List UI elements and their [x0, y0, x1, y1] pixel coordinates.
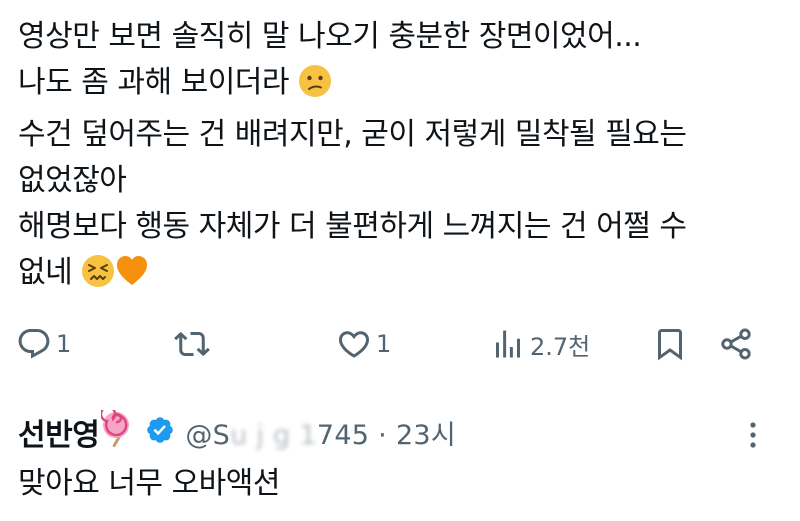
retweet-button[interactable] — [174, 322, 214, 366]
heart-icon — [336, 326, 372, 362]
lollipop-icon — [100, 405, 135, 454]
handle-obscured: u j g 1 — [230, 419, 317, 451]
reply-author-handle[interactable]: @Su j g 1745 · 23시 — [185, 413, 456, 452]
views-count: 2.7천 — [530, 332, 591, 361]
tweet-line: 영상만 보면 솔직히 말 나오기 충분한 장면이었어... — [18, 14, 788, 60]
tweet-actions: 1 1 2.7천 — [16, 322, 786, 366]
confused-face-icon — [298, 64, 332, 112]
share-icon — [718, 326, 754, 362]
more-options-icon[interactable] — [746, 420, 760, 454]
tweet-line: 없었잖아 — [18, 158, 788, 204]
bookmark-icon — [652, 326, 688, 362]
bookmark-button[interactable] — [652, 322, 688, 366]
share-button[interactable] — [718, 322, 754, 366]
reply-button[interactable]: 1 — [16, 322, 71, 366]
confounded-face-icon — [81, 254, 115, 302]
like-button[interactable]: 1 — [336, 322, 391, 366]
tweet-line-text: 영상만 보면 솔직히 말 나오기 충분한 장면이었어... — [18, 19, 642, 54]
dot-separator: · — [378, 419, 388, 451]
tweet-line: 해명보다 행동 자체가 더 불편하게 느껴지는 건 어쩔 수 — [18, 204, 788, 250]
retweet-icon — [174, 326, 210, 362]
views-icon — [490, 326, 526, 362]
reply-icon — [16, 326, 52, 362]
tweet-line: 없네 — [18, 250, 788, 302]
verified-badge-icon — [145, 415, 175, 449]
reply-header: 선반영 @Su j g 1745 · 23시 — [18, 405, 456, 454]
handle-suffix: 745 — [316, 419, 370, 451]
tweet-line: 나도 좀 과해 보이더라 — [18, 60, 788, 112]
like-count: 1 — [376, 330, 392, 358]
tweet-line-text: 없었잖아 — [18, 163, 127, 198]
tweet-body: 영상만 보면 솔직히 말 나오기 충분한 장면이었어... 나도 좀 과해 보이… — [18, 14, 788, 302]
orange-heart-icon — [115, 254, 149, 302]
tweet-line-text: 수건 덮어주는 건 배려지만, 굳이 저렇게 밀착될 필요는 — [18, 117, 687, 152]
tweet-line-text: 해명보다 행동 자체가 더 불편하게 느껴지는 건 어쩔 수 — [18, 209, 687, 244]
reply-count: 1 — [56, 330, 72, 358]
reply-author-name[interactable]: 선반영 — [18, 410, 100, 454]
reply-text: 맞아요 너무 오바액션 — [18, 466, 280, 501]
tweet-line: 수건 덮어주는 건 배려지만, 굳이 저렇게 밀착될 필요는 — [18, 112, 788, 158]
tweet-line-text: 나도 좀 과해 보이더라 — [18, 65, 290, 100]
reply-timestamp[interactable]: 23시 — [396, 420, 456, 451]
handle-prefix: @S — [185, 419, 231, 451]
views-button[interactable]: 2.7천 — [490, 322, 590, 366]
tweet-line-text: 없네 — [18, 255, 73, 290]
